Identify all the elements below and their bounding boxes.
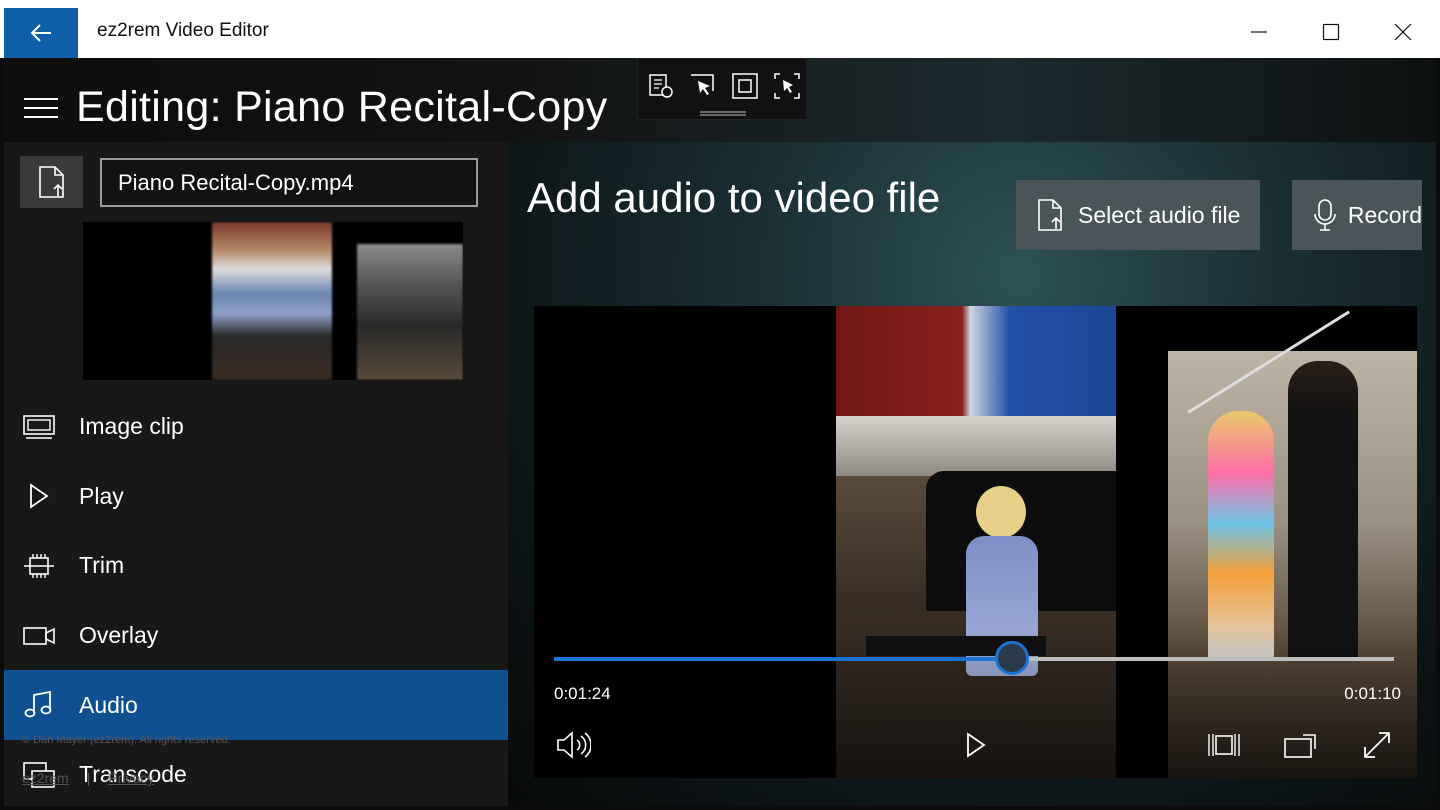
nav-menu: Image clip Play Trim Overlay Audio Trans… <box>4 392 508 810</box>
footer-links: ez2rem | Privacy <box>22 770 154 786</box>
nav-label: Overlay <box>79 622 159 649</box>
thumbnail-frame-violin <box>357 244 463 380</box>
sidebar: Piano Recital-Copy.mp4 Image clip Play T… <box>4 142 508 806</box>
volume-button[interactable] <box>554 726 592 764</box>
nav-label: Audio <box>79 691 138 718</box>
ez2rem-link[interactable]: ez2rem <box>22 770 69 786</box>
maximize-icon <box>1322 23 1340 41</box>
aspect-ratio-icon <box>1208 734 1240 756</box>
display-layout-tool-icon[interactable] <box>772 71 802 101</box>
nav-item-trim[interactable]: Trim <box>4 531 508 601</box>
minimize-icon <box>1251 31 1267 33</box>
maximize-button[interactable] <box>1308 12 1354 52</box>
seek-bar-thumb[interactable] <box>994 641 1029 675</box>
section-title: Add audio to video file <box>527 174 941 221</box>
video-player[interactable]: 0:01:24 0:01:10 <box>534 306 1417 778</box>
nav-label: Play <box>79 482 124 509</box>
debug-toolbar <box>637 58 807 120</box>
seek-bar-progress <box>554 657 1012 661</box>
nav-item-image-clip[interactable]: Image clip <box>4 392 508 462</box>
music-note-icon <box>22 691 56 719</box>
camera-icon <box>22 622 56 650</box>
app-header: Editing: Piano Recital-Copy <box>4 58 1436 142</box>
back-button[interactable] <box>4 8 78 58</box>
toolbar-grip[interactable] <box>700 111 746 113</box>
play-icon <box>22 482 56 510</box>
file-upload-icon <box>38 166 64 198</box>
pointer-tool-icon[interactable] <box>688 71 718 101</box>
cast-to-device-icon <box>1284 734 1316 758</box>
file-upload-icon <box>1034 197 1068 233</box>
nav-item-overlay[interactable]: Overlay <box>4 601 508 671</box>
cast-button[interactable] <box>1281 726 1319 764</box>
frame-tool-icon[interactable] <box>730 71 760 101</box>
nav-item-play[interactable]: Play <box>4 462 508 532</box>
open-file-button[interactable] <box>20 156 83 208</box>
volume-icon <box>557 731 591 759</box>
trim-icon <box>22 552 56 580</box>
close-button[interactable] <box>1380 12 1426 52</box>
seek-bar[interactable] <box>554 641 1394 675</box>
record-label: Record <box>1347 201 1422 228</box>
title-bar: ez2rem Video Editor <box>0 0 1440 58</box>
privacy-link[interactable]: Privacy <box>108 770 154 786</box>
play-icon <box>967 732 986 758</box>
remaining-time: 0:01:10 <box>1344 684 1401 703</box>
copyright-text: © Dan Mayer (ez2rem). All rights reserve… <box>22 734 231 746</box>
footer-separator: | <box>86 770 91 786</box>
fullscreen-button[interactable] <box>1358 726 1396 764</box>
thumbnail-frame-piano <box>212 222 332 380</box>
select-element-tool-icon[interactable] <box>646 71 676 101</box>
minimize-button[interactable] <box>1236 12 1282 52</box>
nav-label: Trim <box>79 552 125 579</box>
select-audio-file-button[interactable]: Select audio file <box>1016 180 1260 250</box>
fullscreen-icon <box>1364 732 1390 758</box>
main-content: Add audio to video file Select audio fil… <box>508 142 1436 806</box>
microphone-icon <box>1312 197 1338 233</box>
aspect-ratio-button[interactable] <box>1205 726 1243 764</box>
arrow-left-icon <box>30 24 51 42</box>
current-time: 0:01:24 <box>554 684 611 703</box>
select-audio-file-label: Select audio file <box>1078 201 1241 228</box>
video-thumbnail <box>83 222 463 380</box>
nav-item-audio[interactable]: Audio <box>4 670 508 740</box>
hamburger-menu-button[interactable] <box>24 98 58 124</box>
window-title: ez2rem Video Editor <box>97 20 269 41</box>
image-clip-icon <box>22 413 56 441</box>
page-title: Editing: Piano Recital-Copy <box>76 83 608 131</box>
play-button[interactable] <box>957 726 995 764</box>
close-icon <box>1394 23 1412 41</box>
record-button[interactable]: Record <box>1292 180 1422 250</box>
file-name-field[interactable]: Piano Recital-Copy.mp4 <box>100 158 478 207</box>
nav-label: Image clip <box>79 413 184 440</box>
